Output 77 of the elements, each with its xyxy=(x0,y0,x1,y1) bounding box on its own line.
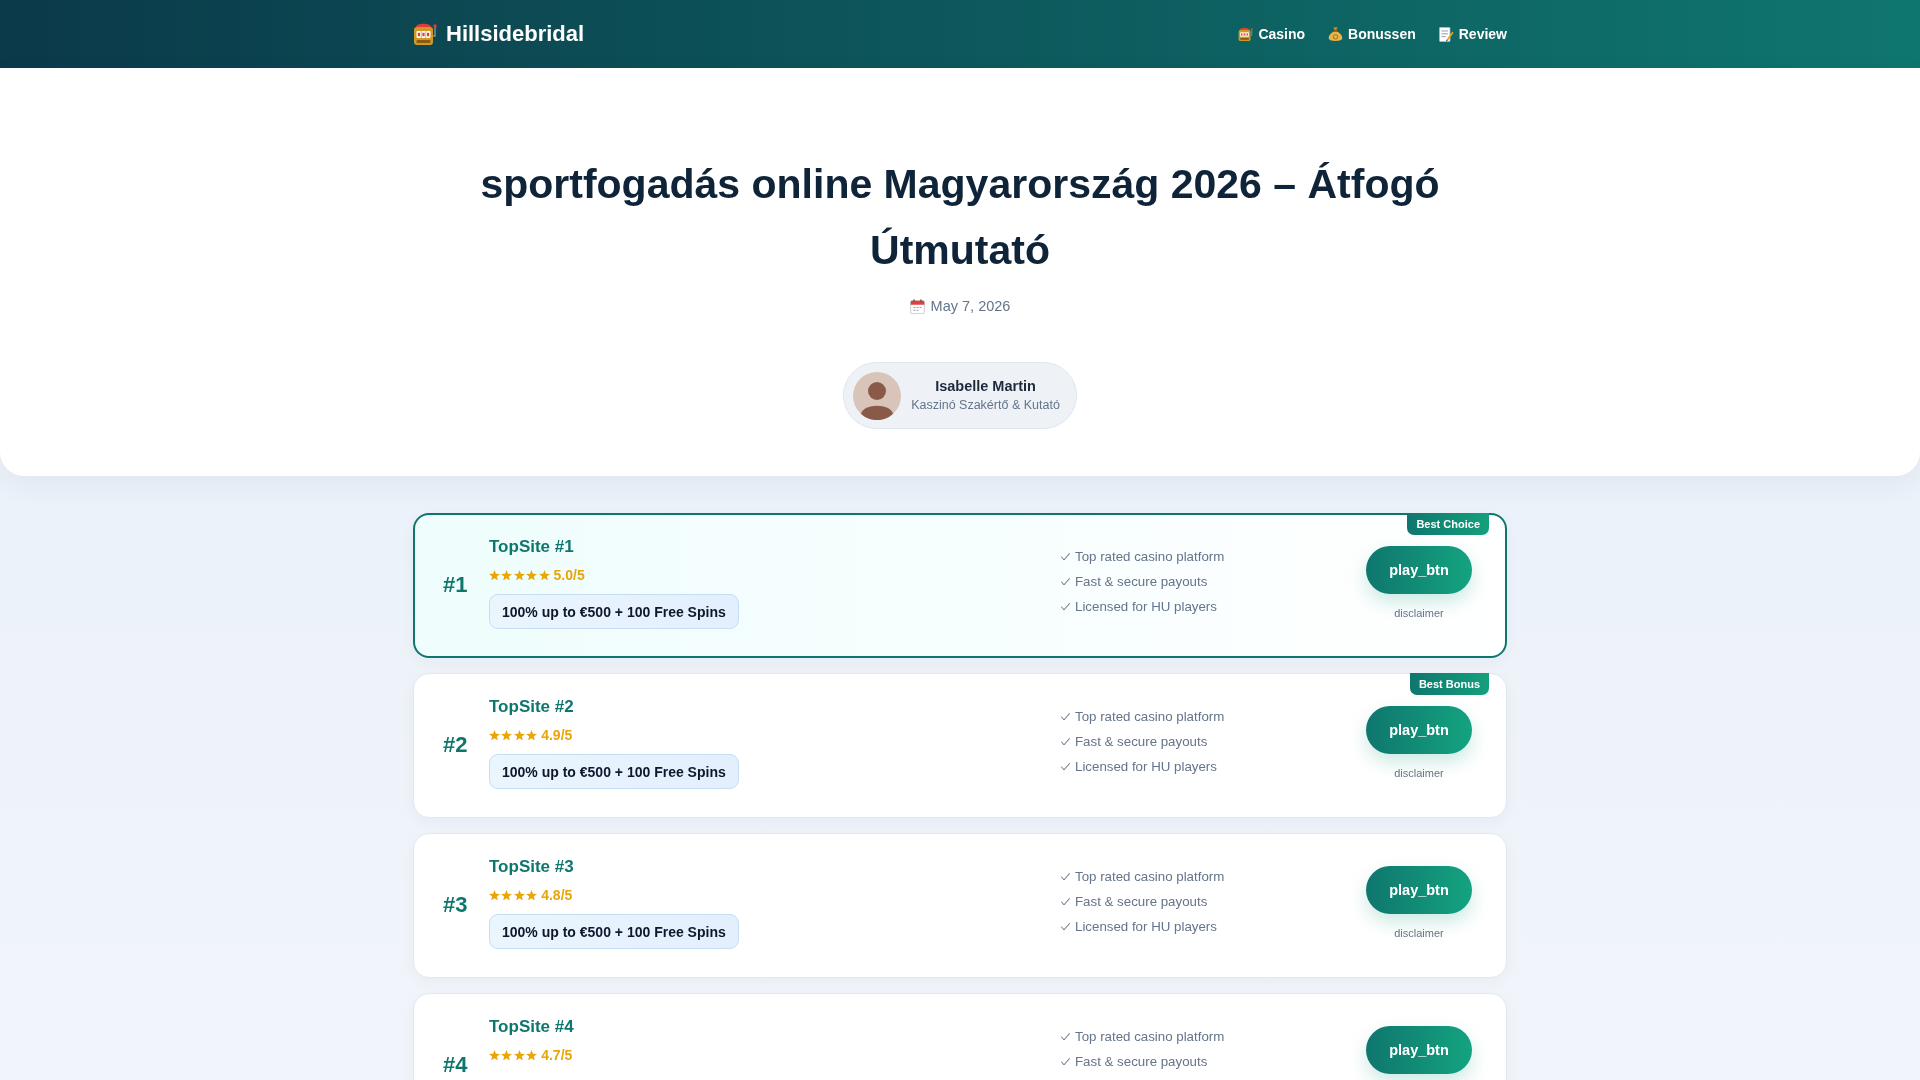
publish-date: May 7, 2026 xyxy=(930,297,1011,316)
bonus-offer: 100% up to €500 + 100 Free Spins xyxy=(489,914,739,949)
check-icon xyxy=(1061,577,1070,586)
slot-machine-icon xyxy=(1238,26,1254,42)
star-icon xyxy=(526,729,538,741)
disclaimer-text: disclaimer xyxy=(1394,766,1444,781)
calendar-icon xyxy=(909,298,925,314)
rank-number: #3 xyxy=(443,891,469,919)
star-icon xyxy=(501,1049,513,1061)
check-icon xyxy=(1061,737,1070,746)
star-icon xyxy=(513,569,525,581)
star-icon xyxy=(501,569,513,581)
check-icon xyxy=(1061,602,1070,611)
play-button[interactable]: play_btn xyxy=(1366,706,1472,754)
disclaimer-text: disclaimer xyxy=(1394,606,1444,621)
feature-text: Fast & secure payouts xyxy=(1075,732,1208,751)
site-name: TopSite #3 xyxy=(489,856,574,878)
rating-score: 4.9/5 xyxy=(541,726,573,745)
nav-link[interactable]: Bonussen xyxy=(1328,26,1416,42)
author-name: Isabelle Martin xyxy=(935,377,1036,395)
star-icon xyxy=(489,569,500,581)
money-bag-icon xyxy=(1328,26,1344,42)
bonus-offer: 100% up to €500 + 100 Free Spins xyxy=(489,754,739,789)
rank-number: #1 xyxy=(443,571,469,599)
disclaimer-text: disclaimer xyxy=(1394,926,1444,941)
feature-text: Top rated casino platform xyxy=(1075,547,1225,566)
avatar-icon xyxy=(853,371,902,420)
feature-text: Top rated casino platform xyxy=(1075,867,1225,886)
star-icon xyxy=(513,1049,525,1061)
star-icon xyxy=(489,1049,500,1061)
feature-text: Fast & secure payouts xyxy=(1075,572,1208,591)
star-icon xyxy=(501,729,513,741)
rating-score: 4.7/5 xyxy=(541,1046,573,1065)
check-icon xyxy=(1061,712,1070,721)
star-icon xyxy=(526,1049,538,1061)
rating-score: 5.0/5 xyxy=(553,566,585,585)
site-logo[interactable]: Hillsidebridal xyxy=(413,21,585,47)
check-icon xyxy=(1061,922,1070,931)
star-icon xyxy=(489,729,500,741)
nav-link[interactable]: Review xyxy=(1438,26,1507,42)
site-badge: Best Bonus xyxy=(1409,673,1489,695)
feature-text: Licensed for HU players xyxy=(1075,917,1217,936)
rating-score: 4.8/5 xyxy=(541,886,573,905)
site-name: TopSite #1 xyxy=(489,536,574,558)
star-icon xyxy=(538,569,550,581)
rank-number: #2 xyxy=(443,731,469,759)
site-badge: Best Choice xyxy=(1407,513,1489,535)
bonus-offer: 100% up to €500 + 100 Free Spins xyxy=(489,594,739,629)
check-icon xyxy=(1061,762,1070,771)
site-name: TopSite #4 xyxy=(489,1016,574,1038)
feature-text: Top rated casino platform xyxy=(1075,1027,1225,1046)
feature-text: Top rated casino platform xyxy=(1075,707,1225,726)
feature-text: Licensed for HU players xyxy=(1075,757,1217,776)
check-icon xyxy=(1061,897,1070,906)
nav-link[interactable]: Casino xyxy=(1238,26,1306,42)
check-icon xyxy=(1061,552,1070,561)
star-icon xyxy=(526,889,538,901)
check-icon xyxy=(1061,872,1070,881)
author-role: Kaszinó Szakértő & Kutató xyxy=(911,397,1060,414)
slot-machine-icon xyxy=(413,22,437,46)
play-button[interactable]: play_btn xyxy=(1366,546,1472,594)
site-name: TopSite #2 xyxy=(489,696,574,718)
feature-text: Licensed for HU players xyxy=(1075,597,1217,616)
play-button[interactable]: play_btn xyxy=(1366,866,1472,914)
play-button[interactable]: play_btn xyxy=(1366,1026,1472,1074)
check-icon xyxy=(1061,1032,1070,1041)
feature-text: Fast & secure payouts xyxy=(1075,1052,1208,1071)
check-icon xyxy=(1061,1057,1070,1066)
page-title: sportfogadás online Magyarország 2026 – Átfogó Útmutató xyxy=(479,160,1441,275)
rank-number: #4 xyxy=(443,1051,469,1079)
feature-text: Fast & secure payouts xyxy=(1075,892,1208,911)
memo-pencil-icon xyxy=(1438,26,1454,42)
star-icon xyxy=(513,889,525,901)
star-icon xyxy=(501,889,513,901)
star-icon xyxy=(489,889,500,901)
star-icon xyxy=(526,569,538,581)
star-icon xyxy=(513,729,525,741)
